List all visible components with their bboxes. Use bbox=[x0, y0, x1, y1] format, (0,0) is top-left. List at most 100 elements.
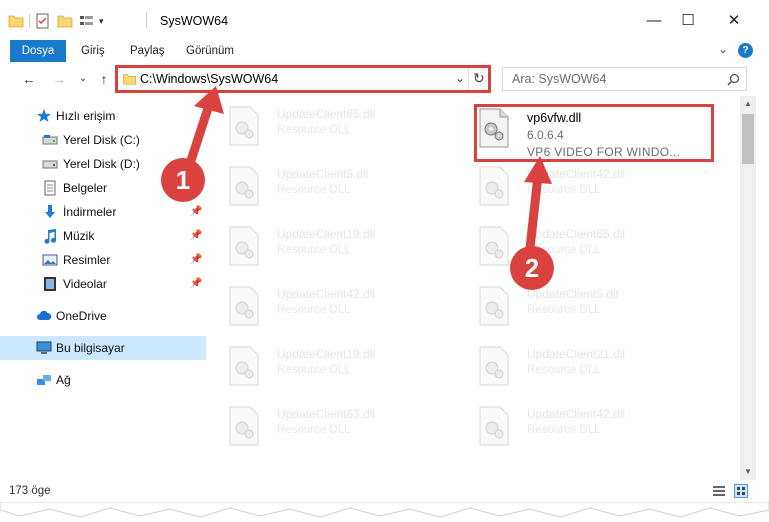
scrollbar-thumb[interactable] bbox=[742, 114, 754, 164]
sidebar-item-label: Resimler bbox=[63, 253, 111, 267]
sidebar-item-label: İndirmeler bbox=[63, 205, 117, 219]
sidebar-item-label: Hızlı erişim bbox=[56, 109, 116, 123]
documents-icon bbox=[44, 180, 56, 196]
file-description: Resource DLL bbox=[277, 304, 351, 316]
list-item[interactable]: UpdateClient42.dll Resource DLL bbox=[206, 278, 446, 336]
file-description: Resource DLL bbox=[277, 364, 351, 376]
properties-icon[interactable] bbox=[35, 13, 51, 29]
sidebar-item-network[interactable]: Ağ bbox=[0, 368, 206, 392]
computer-icon bbox=[36, 341, 52, 354]
help-icon[interactable]: ? bbox=[738, 43, 753, 58]
forward-button[interactable]: → bbox=[50, 70, 68, 88]
search-placeholder: Ara: SysWOW64 bbox=[512, 72, 607, 86]
videos-icon bbox=[44, 277, 56, 291]
torn-edge-shape bbox=[0, 502, 769, 518]
window-title: SysWOW64 bbox=[160, 14, 229, 28]
dll-file-icon bbox=[479, 286, 509, 326]
file-name: UpdateClient42.dll bbox=[527, 407, 626, 421]
tab-home[interactable]: Giriş bbox=[72, 40, 114, 62]
file-name: UpdateClient63.dll bbox=[277, 407, 376, 421]
torn-edge bbox=[0, 502, 769, 522]
list-item[interactable]: UpdateClient63.dll Resource DLL bbox=[206, 398, 446, 456]
sidebar-item-label: Ağ bbox=[56, 373, 71, 387]
sidebar-item-label: Belgeler bbox=[63, 181, 108, 195]
file-name: UpdateClient21.dll bbox=[527, 347, 626, 361]
sidebar-item-this-pc[interactable]: Bu bilgisayar bbox=[0, 336, 206, 360]
scroll-up-icon[interactable]: ▲ bbox=[740, 96, 756, 112]
navigation-bar: ← → ⌄ ↑ C:\Windows\SysWOW64 ⌄ ↻ Ara: Sys… bbox=[0, 62, 769, 96]
sidebar-item-label: OneDrive bbox=[56, 309, 107, 323]
file-description: Resource DLL bbox=[527, 424, 601, 436]
up-button[interactable]: ↑ bbox=[95, 70, 113, 88]
sidebar-item-label: Yerel Disk (D:) bbox=[63, 157, 140, 171]
dll-file-icon bbox=[229, 346, 259, 386]
sidebar-item-onedrive[interactable]: OneDrive bbox=[0, 304, 206, 328]
item-count: 173 öge bbox=[9, 485, 51, 497]
sidebar-item-videos[interactable]: Videolar 📌 bbox=[0, 272, 206, 296]
back-button[interactable]: ← bbox=[20, 70, 38, 88]
file-name: UpdateClient5.dll bbox=[277, 167, 369, 181]
file-description: Resource DLL bbox=[277, 424, 351, 436]
sidebar-item-pictures[interactable]: Resimler 📌 bbox=[0, 248, 206, 272]
search-icon[interactable] bbox=[727, 73, 740, 86]
tab-view[interactable]: Görünüm bbox=[177, 40, 243, 62]
sidebar-item-label: Müzik bbox=[63, 229, 95, 243]
details-view-icon[interactable] bbox=[712, 484, 726, 498]
dll-file-icon bbox=[479, 406, 509, 446]
maximize-button[interactable]: ☐ bbox=[665, 0, 711, 40]
file-list: UpdateClient65.dll Resource DLL UpdateCl… bbox=[206, 96, 740, 480]
pin-icon[interactable]: 📌 bbox=[190, 278, 202, 289]
file-description: Resource DLL bbox=[277, 184, 351, 196]
list-item[interactable]: UpdateClient19.dll Resource DLL bbox=[206, 218, 446, 276]
sidebar-item-label: Bu bilgisayar bbox=[56, 341, 125, 355]
cloud-icon bbox=[37, 310, 52, 320]
divider bbox=[146, 12, 147, 28]
sidebar-item-label: Videolar bbox=[63, 277, 107, 291]
ribbon-tabs: Dosya Giriş Paylaş Görünüm ⌄ ? bbox=[0, 40, 769, 98]
expand-ribbon-icon[interactable]: ⌄ bbox=[718, 42, 728, 56]
sidebar-item-downloads[interactable]: İndirmeler 📌 bbox=[0, 200, 206, 224]
star-icon bbox=[37, 109, 51, 122]
file-description: Resource DLL bbox=[277, 124, 351, 136]
downloads-icon bbox=[45, 205, 55, 218]
sidebar-item-label: Yerel Disk (C:) bbox=[63, 133, 140, 147]
title-bar: ▾ SysWOW64 — ☐ ✕ bbox=[0, 0, 769, 40]
list-item[interactable]: UpdateClient5.dll Resource DLL bbox=[456, 278, 696, 336]
scroll-down-icon[interactable]: ▼ bbox=[740, 464, 756, 480]
drive-icon bbox=[42, 135, 58, 145]
sidebar-item-music[interactable]: Müzik 📌 bbox=[0, 224, 206, 248]
vertical-scrollbar[interactable]: ▲ ▼ bbox=[740, 96, 756, 480]
close-button[interactable]: ✕ bbox=[711, 0, 757, 40]
list-item[interactable]: UpdateClient19.dll Resource DLL bbox=[206, 338, 446, 396]
quick-access-toolbar: ▾ bbox=[8, 12, 104, 30]
search-field[interactable]: Ara: SysWOW64 bbox=[502, 67, 747, 91]
file-name: UpdateClient19.dll bbox=[277, 227, 376, 241]
network-icon bbox=[37, 375, 51, 385]
file-name: UpdateClient42.dll bbox=[277, 287, 376, 301]
dll-file-icon bbox=[479, 346, 509, 386]
step-1-badge: 1 bbox=[161, 158, 205, 202]
file-description: Resource DLL bbox=[277, 244, 351, 256]
pin-icon[interactable]: 📌 bbox=[190, 230, 202, 241]
list-item[interactable]: UpdateClient21.dll Resource DLL bbox=[456, 338, 696, 396]
drive-icon bbox=[42, 160, 58, 169]
step-2-badge: 2 bbox=[510, 246, 554, 290]
dll-file-icon bbox=[229, 226, 259, 266]
file-name: UpdateClient19.dll bbox=[277, 347, 376, 361]
tab-share[interactable]: Paylaş bbox=[121, 40, 174, 62]
status-bar: 173 öge bbox=[0, 480, 769, 502]
large-icons-view-icon[interactable] bbox=[734, 484, 748, 498]
list-item[interactable]: UpdateClient42.dll Resource DLL bbox=[456, 398, 696, 456]
recent-locations-button[interactable]: ⌄ bbox=[74, 70, 92, 88]
music-icon bbox=[44, 229, 56, 244]
folder-icon[interactable] bbox=[8, 13, 24, 29]
dll-file-icon bbox=[229, 286, 259, 326]
new-folder-icon[interactable] bbox=[57, 13, 73, 29]
pin-icon[interactable]: 📌 bbox=[190, 206, 202, 217]
customize-toolbar-icon[interactable]: ▾ bbox=[99, 16, 104, 27]
view-options-icon[interactable] bbox=[79, 13, 97, 29]
pictures-icon bbox=[42, 254, 58, 266]
file-description: Resource DLL bbox=[527, 364, 601, 376]
file-name: UpdateClient5.dll bbox=[527, 287, 619, 301]
pin-icon[interactable]: 📌 bbox=[190, 254, 202, 265]
